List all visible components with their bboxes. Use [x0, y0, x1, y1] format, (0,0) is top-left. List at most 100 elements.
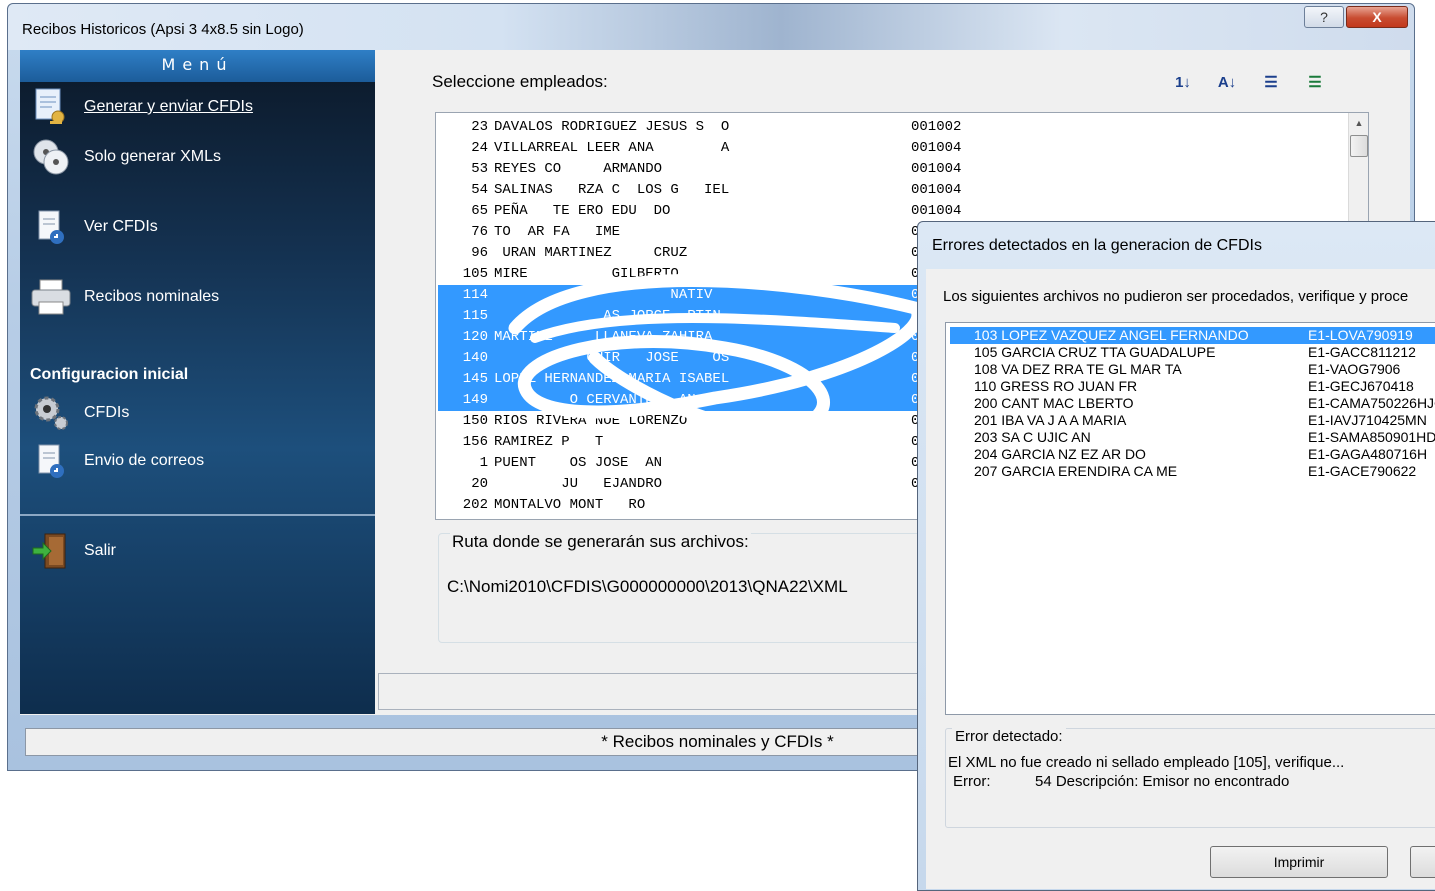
menu-label: CFDIs [84, 404, 130, 421]
employee-name: RIOS RIVERA NOE LORENZO [494, 413, 688, 429]
error-rfc: E1-SAMA850901HDFN [1308, 429, 1435, 445]
employee-name: REYES CO ARMANDO [494, 161, 663, 177]
error-rfc: E1-GAGA480716H [1308, 446, 1428, 462]
employee-row[interactable]: 24 VILLARREAL LEER ANA A 001004 [438, 138, 1342, 159]
error-file-list[interactable]: 103 LOPEZ VAZQUEZ ANGEL FERNANDO E1-LOVA7… [945, 322, 1435, 715]
menu-label: Recibos nominales [84, 288, 220, 305]
menu-item-recibos-nominales[interactable]: Recibos nominales [30, 276, 219, 318]
employee-code: 001004 [911, 140, 962, 156]
employee-name: JU EJANDRO [494, 476, 663, 492]
employee-name: SALINAS RZA C LOS G IEL [494, 182, 730, 198]
employee-number: 53 [471, 161, 488, 177]
error-employee: 203 SA C UJIC AN [974, 429, 1091, 445]
select-all-icon[interactable]: ☰ [1258, 70, 1284, 94]
employee-code: 001004 [911, 161, 962, 177]
employee-name: RAMIREZ P T [494, 434, 604, 450]
menu-item-solo-xml[interactable]: Solo generar XMLs [30, 136, 221, 178]
error-row[interactable]: 207 GARCIA ERENDIRA CA ME E1-GACE790622 [950, 463, 1435, 480]
menu-header: Menú [20, 50, 375, 82]
error-detail-text: El XML no fue creado ni sellado empleado… [948, 754, 1345, 771]
employee-name: MARTINE LLANEVA ZAHIRA [494, 329, 713, 345]
error-row[interactable]: 105 GARCIA CRUZ TTA GUADALUPE E1-GACC8112… [950, 344, 1435, 361]
scroll-up-icon[interactable]: ▲ [1349, 113, 1368, 133]
error-row[interactable]: 200 CANT MAC LBERTO E1-CAMA750226HJCNO [950, 395, 1435, 412]
close-button[interactable]: X [1346, 6, 1408, 28]
employee-number: 23 [471, 119, 488, 135]
error-employee: 103 LOPEZ VAZQUEZ ANGEL FERNANDO [974, 327, 1249, 343]
menu-item-cfdis-config[interactable]: CFDIs [30, 392, 129, 434]
sidebar-menu: Menú Generar y enviar CFDIs Solo generar… [20, 50, 375, 714]
employee-number: 54 [471, 182, 488, 198]
employee-name: GUIR JOSE OS [494, 350, 730, 366]
error-row[interactable]: 204 GARCIA NZ EZ AR DO E1-GAGA480716H [950, 446, 1435, 463]
menu-item-envio-correos[interactable]: Envio de correos [30, 440, 204, 482]
title-bar[interactable]: Recibos Historicos (Apsi 3 4x8.5 sin Log… [8, 4, 1414, 50]
error-employee: 108 VA DEZ RRA TE GL MAR TA [974, 361, 1182, 377]
employee-name: TO AR FA IME [494, 224, 621, 240]
mail-document-icon [30, 440, 72, 482]
gears-icon [30, 392, 72, 434]
error-employee: 110 GRESS RO JUAN FR [974, 378, 1138, 394]
employee-row[interactable]: 54 SALINAS RZA C LOS G IEL 001004 [438, 180, 1342, 201]
employee-number: 76 [471, 224, 488, 240]
employee-code: 001004 [911, 203, 962, 219]
config-section-title: Configuracion inicial [30, 366, 189, 383]
help-button[interactable]: ? [1304, 6, 1344, 28]
menu-item-ver-cfdis[interactable]: Ver CFDIs [30, 206, 158, 248]
employee-name: AS JORGE RTIN [494, 308, 721, 324]
error-row[interactable]: 203 SA C UJIC AN E1-SAMA850901HDFN [950, 429, 1435, 446]
scroll-thumb[interactable] [1350, 135, 1368, 157]
window-title: Recibos Historicos (Apsi 3 4x8.5 sin Log… [22, 21, 304, 38]
employee-name: PUENT OS JOSE AN [494, 455, 663, 471]
error-row[interactable]: 110 GRESS RO JUAN FR E1-GECJ670418 [950, 378, 1435, 395]
document-key-icon [30, 86, 72, 128]
employee-number: 202 [462, 497, 488, 513]
sort-toolbar: 1↓ A↓ ☰ ☰ [1170, 70, 1328, 94]
employee-number: 149 [462, 392, 488, 408]
error-row[interactable]: 108 VA DEZ RRA TE GL MAR TA E1-VAOG7906 [950, 361, 1435, 378]
employee-number: 114 [462, 287, 488, 303]
menu-label: Ver CFDIs [84, 218, 158, 235]
output-path: C:\Nomi2010\CFDIS\G000000000\2013\QNA22\… [447, 577, 848, 596]
dialog-second-button[interactable] [1410, 846, 1435, 878]
employee-name: DAVALOS RODRIGUEZ JESUS S O [494, 119, 730, 135]
employee-number: 65 [471, 203, 488, 219]
error-code-label: Error: [953, 773, 991, 790]
error-detail-label: Error detectado: [952, 728, 1066, 745]
employee-number: 150 [462, 413, 488, 429]
menu-item-salir[interactable]: Salir [30, 530, 116, 572]
sort-alpha-icon[interactable]: A↓ [1214, 70, 1240, 94]
employee-row[interactable]: 65 PEÑA TE ERO EDU DO 001004 [438, 201, 1342, 222]
cd-discs-icon [30, 136, 72, 178]
employee-row[interactable]: 23 DAVALOS RODRIGUEZ JESUS S O 001002 [438, 117, 1342, 138]
menu-label: Generar y enviar CFDIs [84, 98, 253, 115]
error-employee: 200 CANT MAC LBERTO [974, 395, 1134, 411]
print-button[interactable]: Imprimir [1210, 846, 1388, 878]
employee-code: 001002 [911, 119, 962, 135]
employee-number: 115 [462, 308, 488, 324]
employee-code: 001004 [911, 182, 962, 198]
employee-row[interactable]: 53 REYES CO ARMANDO 001004 [438, 159, 1342, 180]
employee-name: URAN MARTINEZ CRUZ [494, 245, 688, 261]
deselect-all-icon[interactable]: ☰ [1302, 70, 1328, 94]
menu-label: Solo generar XMLs [84, 148, 221, 165]
menu-item-generar-enviar[interactable]: Generar y enviar CFDIs [30, 86, 253, 128]
error-row[interactable]: 103 LOPEZ VAZQUEZ ANGEL FERNANDO E1-LOVA7… [950, 327, 1435, 344]
error-detail-code: Error: 54 Descripción: Emisor no encontra… [953, 773, 1289, 790]
employee-name: VILLARREAL LEER ANA A [494, 140, 730, 156]
error-rfc: E1-VAOG7906 [1308, 361, 1401, 377]
ruta-label: Ruta donde se generarán sus archivos: [450, 532, 751, 552]
sort-numeric-icon[interactable]: 1↓ [1170, 70, 1196, 94]
employee-number: 1 [479, 455, 488, 471]
employee-number: 145 [462, 371, 488, 387]
error-rfc: E1-GECJ670418 [1308, 378, 1414, 394]
employee-name: NATIV [494, 287, 713, 303]
exit-door-icon [30, 530, 72, 572]
error-description: 54 Descripción: Emisor no encontrado [1035, 773, 1290, 790]
error-rfc: E1-IAVJ710425MN [1308, 412, 1427, 428]
error-row[interactable]: 201 IBA VA J A A MARIA E1-IAVJ710425MN [950, 412, 1435, 429]
employee-number: 120 [462, 329, 488, 345]
employee-name: O CERVANTES AN [494, 392, 696, 408]
menu-label: Salir [84, 542, 117, 559]
dialog-title: Errores detectados en la generacion de C… [932, 237, 1262, 254]
